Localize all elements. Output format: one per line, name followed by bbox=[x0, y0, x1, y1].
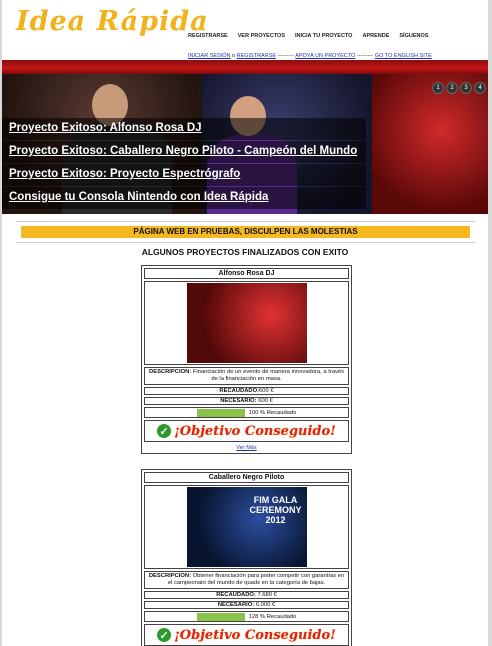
english-site-link[interactable]: GO TO ENGLISH SITE bbox=[375, 53, 432, 59]
raised-value: 7.680 € bbox=[257, 592, 277, 598]
project-title: Caballero Negro Piloto bbox=[144, 472, 349, 483]
project-image-box bbox=[144, 281, 349, 365]
status-row: ✓ ¡Objetivo Conseguido! bbox=[144, 420, 349, 442]
separator: --------- bbox=[356, 53, 374, 59]
needed-label: NECESARIO: bbox=[220, 398, 257, 404]
nav-follow[interactable]: SÍGUENOS bbox=[399, 33, 428, 43]
separator: --------- bbox=[277, 53, 295, 59]
description-text: Financiación de un evento de manera inno… bbox=[192, 369, 344, 382]
notice-banner: PÁGINA WEB EN PRUEBAS, DISCULPEN LAS MOL… bbox=[21, 226, 470, 238]
progress-bar bbox=[196, 612, 245, 621]
project-image-box: FIM GALA CEREMONY 2012 bbox=[144, 485, 349, 569]
slide-link-espectrografo[interactable]: Proyecto Exitoso: Proyecto Espectrógrafo bbox=[9, 168, 240, 180]
slide-caption: Proyecto Exitoso: Alfonso Rosa DJ bbox=[2, 118, 366, 140]
slider-page-1[interactable]: 1 bbox=[432, 82, 444, 94]
slider-page-2[interactable]: 2 bbox=[446, 82, 458, 94]
slide-link-alfonso[interactable]: Proyecto Exitoso: Alfonso Rosa DJ bbox=[9, 122, 202, 134]
slide-link-nintendo[interactable]: Consigue tu Consola Nintendo con Idea Rá… bbox=[9, 191, 268, 203]
description-text: Obtener financiación para poder competir… bbox=[167, 573, 345, 586]
description-label: DESCRIPCION: bbox=[149, 369, 192, 375]
see-more-link[interactable]: Ver Más bbox=[142, 445, 351, 451]
needed-label: NECESARIO: bbox=[217, 602, 255, 608]
page: Idea Rápida REGISTRARSE VER PROYECTOS IN… bbox=[2, 0, 488, 646]
sub-nav: INICIAR SESIÓN o REGISTRARSE --------- A… bbox=[188, 53, 432, 59]
project-description: DESCRIPCION: Financiación de un evento d… bbox=[144, 367, 349, 385]
nav-start-project[interactable]: INICIA TU PROYECTO bbox=[295, 33, 352, 43]
slider-page-4[interactable]: 4 bbox=[474, 82, 486, 94]
needed-value: 600 € bbox=[258, 398, 273, 404]
progress-fill bbox=[196, 612, 245, 621]
slide-caption: Proyecto Exitoso: Proyecto Espectrógrafo bbox=[2, 164, 366, 186]
project-image[interactable]: FIM GALA CEREMONY 2012 bbox=[186, 487, 307, 567]
progress-bar bbox=[196, 408, 245, 417]
raised-label: RECAUDADO: bbox=[216, 592, 256, 598]
progress-text: 128 % Recaudado bbox=[248, 613, 297, 620]
site-logo[interactable]: Idea Rápida bbox=[16, 6, 209, 37]
slider-page-3[interactable]: 3 bbox=[460, 82, 472, 94]
nav-learn[interactable]: APRENDE bbox=[362, 33, 389, 43]
project-card: Caballero Negro Piloto FIM GALA CEREMONY… bbox=[141, 469, 352, 646]
status-text: ¡Objetivo Conseguido! bbox=[174, 627, 336, 643]
notice-wrapper: PÁGINA WEB EN PRUEBAS, DISCULPEN LAS MOL… bbox=[16, 221, 475, 243]
slide-caption: Consigue tu Consola Nintendo con Idea Rá… bbox=[2, 187, 366, 209]
hero-slider: 1 2 3 4 Proyecto Exitoso: Alfonso Rosa D… bbox=[2, 74, 488, 214]
description-label: DESCRIPCION: bbox=[148, 573, 192, 579]
slide-caption: Proyecto Exitoso: Caballero Negro Piloto… bbox=[2, 141, 366, 163]
needed-value: 6.000 € bbox=[255, 602, 276, 608]
project-title: Alfonso Rosa DJ bbox=[144, 268, 349, 279]
status-text: ¡Objetivo Conseguido! bbox=[174, 423, 336, 439]
raised-row: RECAUDADO: 7.680 € bbox=[144, 591, 349, 599]
section-title: ALGUNOS PROYECTOS FINALIZADOS CON EXITO bbox=[141, 247, 349, 257]
header: Idea Rápida REGISTRARSE VER PROYECTOS IN… bbox=[2, 0, 488, 60]
raised-label: RECAUDADO: bbox=[219, 388, 260, 394]
progress-row: 128 % Recaudado bbox=[144, 611, 349, 622]
raised-value: 600 € bbox=[259, 388, 274, 394]
slide-link-caballero[interactable]: Proyecto Exitoso: Caballero Negro Piloto… bbox=[9, 145, 357, 157]
needed-row: NECESARIO: 6.000 € bbox=[144, 601, 349, 609]
nav-register[interactable]: REGISTRARSE bbox=[188, 33, 228, 43]
header-red-bar bbox=[2, 60, 488, 74]
support-project-link[interactable]: APOYA UN PROYECTO bbox=[295, 53, 355, 59]
progress-row: 100 % Recaudado bbox=[144, 407, 349, 418]
checkmark-icon: ✓ bbox=[157, 628, 172, 642]
status-row: ✓ ¡Objetivo Conseguido! bbox=[144, 624, 349, 646]
slider-pagination: 1 2 3 4 bbox=[430, 82, 486, 94]
login-link[interactable]: INICIAR SESIÓN bbox=[188, 53, 230, 59]
or-text: o bbox=[232, 53, 236, 59]
nav-view-projects[interactable]: VER PROYECTOS bbox=[238, 33, 285, 43]
raised-row: RECAUDADO:600 € bbox=[144, 387, 349, 395]
image-lettering: FIM GALA CEREMONY 2012 bbox=[249, 495, 302, 525]
progress-fill bbox=[196, 408, 245, 417]
top-nav: REGISTRARSE VER PROYECTOS INICIA TU PROY… bbox=[188, 33, 488, 43]
project-description: DESCRIPCION: Obtener financiación para p… bbox=[144, 571, 349, 589]
project-image[interactable] bbox=[186, 283, 307, 363]
slide-photo bbox=[372, 74, 488, 214]
register-link[interactable]: REGISTRARSE bbox=[237, 53, 276, 59]
project-card: Alfonso Rosa DJ DESCRIPCION: Financiació… bbox=[141, 265, 352, 454]
progress-text: 100 % Recaudado bbox=[248, 409, 297, 416]
needed-row: NECESARIO: 600 € bbox=[144, 397, 349, 405]
checkmark-icon: ✓ bbox=[157, 424, 172, 438]
